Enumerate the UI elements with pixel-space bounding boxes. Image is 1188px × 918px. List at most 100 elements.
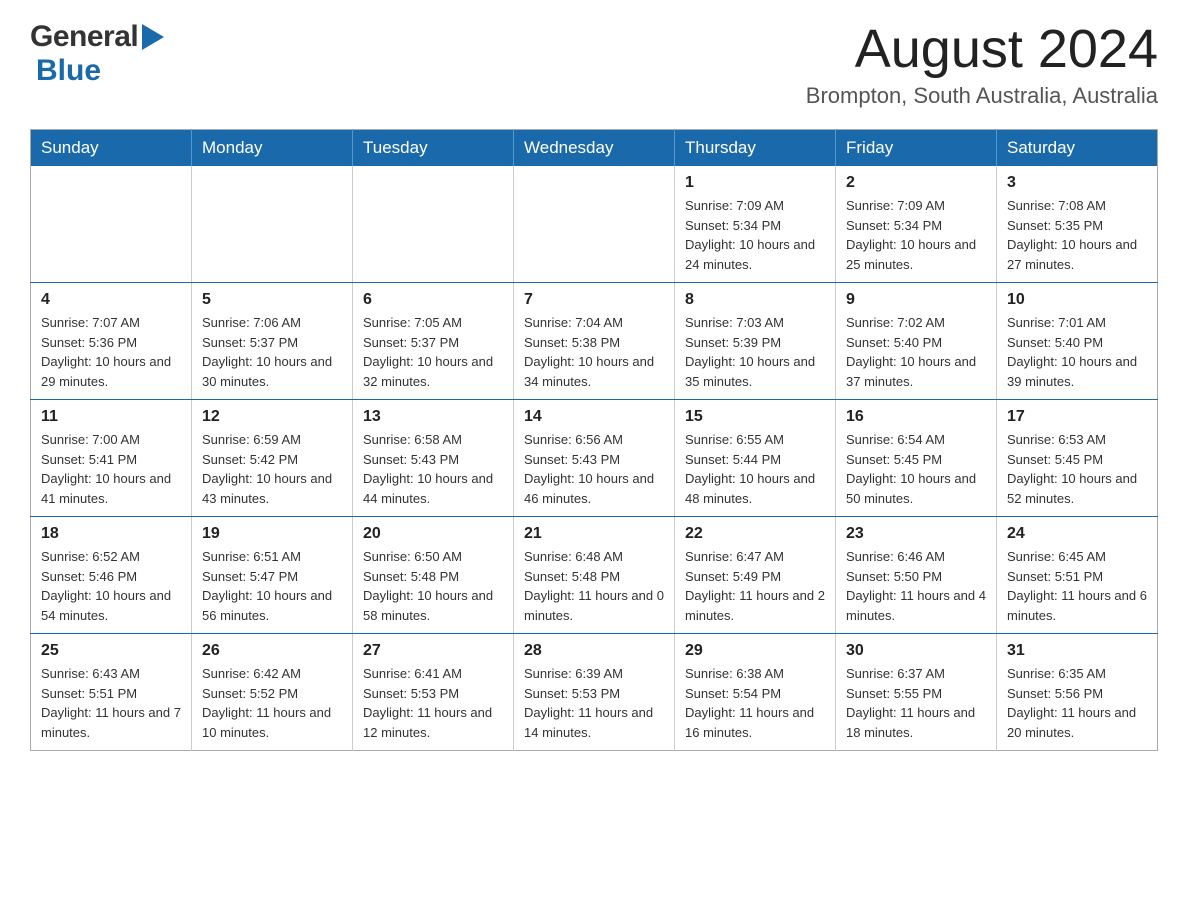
day-number: 9 (846, 291, 986, 309)
day-number: 23 (846, 525, 986, 543)
day-cell (192, 166, 353, 283)
day-info: Sunrise: 7:04 AMSunset: 5:38 PMDaylight:… (524, 313, 664, 391)
day-cell: 17Sunrise: 6:53 AMSunset: 5:45 PMDayligh… (997, 400, 1158, 517)
logo: General Blue (30, 20, 164, 88)
day-info: Sunrise: 7:09 AMSunset: 5:34 PMDaylight:… (685, 196, 825, 274)
day-number: 24 (1007, 525, 1147, 543)
col-header-friday: Friday (836, 130, 997, 167)
day-number: 12 (202, 408, 342, 426)
day-info: Sunrise: 7:09 AMSunset: 5:34 PMDaylight:… (846, 196, 986, 274)
day-cell: 10Sunrise: 7:01 AMSunset: 5:40 PMDayligh… (997, 283, 1158, 400)
day-cell: 16 Sunrise: 6:54 AMSunset: 5:45 PMDayligh… (836, 400, 997, 517)
day-cell: 24 Sunrise: 6:45 AMSunset: 5:51 PMDayligh… (997, 517, 1158, 634)
day-info: Sunrise: 7:03 AMSunset: 5:39 PMDaylight:… (685, 313, 825, 391)
day-number: 20 (363, 525, 503, 543)
month-year: August 2024 (806, 20, 1158, 79)
day-cell: 25 Sunrise: 6:43 AMSunset: 5:51 PMDayligh… (31, 634, 192, 751)
location: Brompton, South Australia, Australia (806, 83, 1158, 109)
week-row-4: 18 Sunrise: 6:52 AMSunset: 5:46 PMDayligh… (31, 517, 1158, 634)
day-cell: 15 Sunrise: 6:55 AMSunset: 5:44 PMDayligh… (675, 400, 836, 517)
day-cell: 26 Sunrise: 6:42 AMSunset: 5:52 PMDayligh… (192, 634, 353, 751)
day-cell: 28 Sunrise: 6:39 AMSunset: 5:53 PMDayligh… (514, 634, 675, 751)
day-info: Sunrise: 6:37 AMSunset: 5:55 PMDaylight:… (846, 664, 986, 742)
logo-triangle-icon (142, 24, 164, 55)
day-number: 6 (363, 291, 503, 309)
day-info: Sunrise: 6:45 AMSunset: 5:51 PMDaylight:… (1007, 547, 1147, 625)
day-info: Sunrise: 6:43 AMSunset: 5:51 PMDaylight:… (41, 664, 181, 742)
day-number: 1 (685, 174, 825, 192)
day-number: 15 (685, 408, 825, 426)
day-cell: 18 Sunrise: 6:52 AMSunset: 5:46 PMDayligh… (31, 517, 192, 634)
day-info: Sunrise: 6:52 AMSunset: 5:46 PMDaylight:… (41, 547, 181, 625)
col-header-monday: Monday (192, 130, 353, 167)
col-header-thursday: Thursday (675, 130, 836, 167)
day-number: 18 (41, 525, 181, 543)
day-number: 26 (202, 642, 342, 660)
day-cell: 14Sunrise: 6:56 AMSunset: 5:43 PMDayligh… (514, 400, 675, 517)
day-number: 29 (685, 642, 825, 660)
week-row-1: 1 Sunrise: 7:09 AMSunset: 5:34 PMDaylight… (31, 166, 1158, 283)
day-info: Sunrise: 7:01 AMSunset: 5:40 PMDaylight:… (1007, 313, 1147, 391)
col-header-tuesday: Tuesday (353, 130, 514, 167)
day-info: Sunrise: 7:06 AMSunset: 5:37 PMDaylight:… (202, 313, 342, 391)
day-number: 4 (41, 291, 181, 309)
day-number: 25 (41, 642, 181, 660)
day-number: 7 (524, 291, 664, 309)
day-cell: 22Sunrise: 6:47 AMSunset: 5:49 PMDayligh… (675, 517, 836, 634)
day-info: Sunrise: 6:42 AMSunset: 5:52 PMDaylight:… (202, 664, 342, 742)
day-info: Sunrise: 6:47 AMSunset: 5:49 PMDaylight:… (685, 547, 825, 625)
day-number: 3 (1007, 174, 1147, 192)
day-cell: 6 Sunrise: 7:05 AMSunset: 5:37 PMDaylight… (353, 283, 514, 400)
day-info: Sunrise: 6:58 AMSunset: 5:43 PMDaylight:… (363, 430, 503, 508)
day-info: Sunrise: 7:05 AMSunset: 5:37 PMDaylight:… (363, 313, 503, 391)
day-info: Sunrise: 6:38 AMSunset: 5:54 PMDaylight:… (685, 664, 825, 742)
title-block: August 2024 Brompton, South Australia, A… (806, 20, 1158, 109)
day-number: 21 (524, 525, 664, 543)
day-cell: 3 Sunrise: 7:08 AMSunset: 5:35 PMDaylight… (997, 166, 1158, 283)
day-number: 31 (1007, 642, 1147, 660)
day-cell: 2Sunrise: 7:09 AMSunset: 5:34 PMDaylight… (836, 166, 997, 283)
logo-blue-text: Blue (36, 54, 101, 88)
day-cell: 13 Sunrise: 6:58 AMSunset: 5:43 PMDayligh… (353, 400, 514, 517)
day-info: Sunrise: 7:07 AMSunset: 5:36 PMDaylight:… (41, 313, 181, 391)
day-cell: 11 Sunrise: 7:00 AMSunset: 5:41 PMDayligh… (31, 400, 192, 517)
day-info: Sunrise: 6:54 AMSunset: 5:45 PMDaylight:… (846, 430, 986, 508)
calendar-table: SundayMondayTuesdayWednesdayThursdayFrid… (30, 129, 1158, 751)
day-number: 19 (202, 525, 342, 543)
day-number: 28 (524, 642, 664, 660)
day-info: Sunrise: 6:59 AMSunset: 5:42 PMDaylight:… (202, 430, 342, 508)
day-cell (514, 166, 675, 283)
day-info: Sunrise: 6:50 AMSunset: 5:48 PMDaylight:… (363, 547, 503, 625)
logo-general-text: General (30, 20, 138, 54)
calendar-header-row: SundayMondayTuesdayWednesdayThursdayFrid… (31, 130, 1158, 167)
day-info: Sunrise: 6:39 AMSunset: 5:53 PMDaylight:… (524, 664, 664, 742)
day-cell: 19 Sunrise: 6:51 AMSunset: 5:47 PMDayligh… (192, 517, 353, 634)
day-cell: 12 Sunrise: 6:59 AMSunset: 5:42 PMDayligh… (192, 400, 353, 517)
day-number: 11 (41, 408, 181, 426)
day-cell: 4 Sunrise: 7:07 AMSunset: 5:36 PMDaylight… (31, 283, 192, 400)
day-number: 13 (363, 408, 503, 426)
col-header-sunday: Sunday (31, 130, 192, 167)
day-info: Sunrise: 6:46 AMSunset: 5:50 PMDaylight:… (846, 547, 986, 625)
page-header: General Blue August 2024 Brompton, South… (30, 20, 1158, 109)
day-info: Sunrise: 6:41 AMSunset: 5:53 PMDaylight:… (363, 664, 503, 742)
day-number: 30 (846, 642, 986, 660)
day-info: Sunrise: 6:51 AMSunset: 5:47 PMDaylight:… (202, 547, 342, 625)
day-number: 27 (363, 642, 503, 660)
day-number: 14 (524, 408, 664, 426)
day-info: Sunrise: 7:08 AMSunset: 5:35 PMDaylight:… (1007, 196, 1147, 274)
day-info: Sunrise: 7:02 AMSunset: 5:40 PMDaylight:… (846, 313, 986, 391)
day-info: Sunrise: 7:00 AMSunset: 5:41 PMDaylight:… (41, 430, 181, 508)
day-info: Sunrise: 6:55 AMSunset: 5:44 PMDaylight:… (685, 430, 825, 508)
day-cell: 23 Sunrise: 6:46 AMSunset: 5:50 PMDayligh… (836, 517, 997, 634)
day-cell: 8Sunrise: 7:03 AMSunset: 5:39 PMDaylight… (675, 283, 836, 400)
day-info: Sunrise: 6:35 AMSunset: 5:56 PMDaylight:… (1007, 664, 1147, 742)
day-cell: 31 Sunrise: 6:35 AMSunset: 5:56 PMDayligh… (997, 634, 1158, 751)
week-row-2: 4 Sunrise: 7:07 AMSunset: 5:36 PMDaylight… (31, 283, 1158, 400)
day-cell: 29 Sunrise: 6:38 AMSunset: 5:54 PMDayligh… (675, 634, 836, 751)
col-header-saturday: Saturday (997, 130, 1158, 167)
day-number: 16 (846, 408, 986, 426)
day-cell: 9 Sunrise: 7:02 AMSunset: 5:40 PMDaylight… (836, 283, 997, 400)
day-info: Sunrise: 6:48 AMSunset: 5:48 PMDaylight:… (524, 547, 664, 625)
day-cell (31, 166, 192, 283)
